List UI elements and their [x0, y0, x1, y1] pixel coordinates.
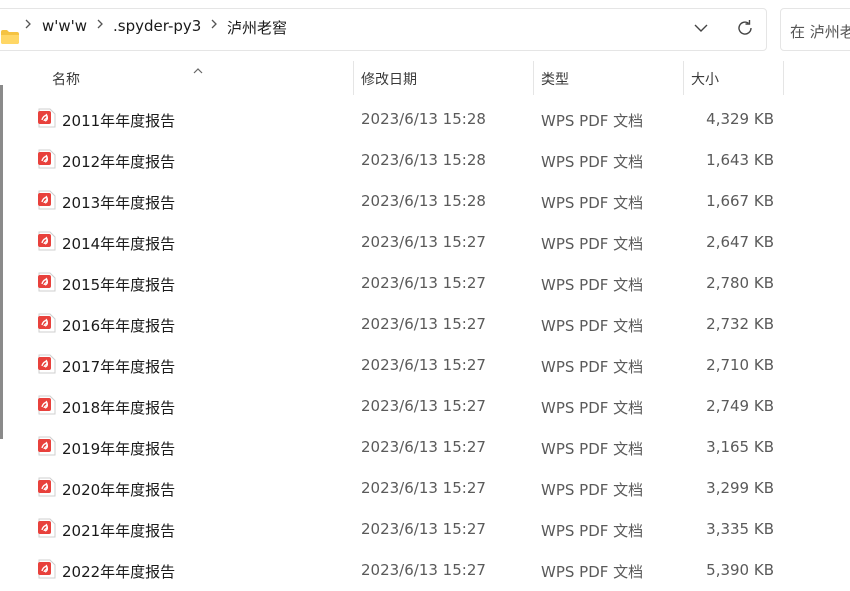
file-row[interactable]: 2022年年度报告 2023/6/13 15:27 WPS PDF 文档 5,390 …	[30, 550, 790, 591]
breadcrumb-item-spyder[interactable]: .spyder-py3	[113, 17, 201, 35]
file-row[interactable]: 2019年年度报告 2023/6/13 15:27 WPS PDF 文档 3,165 …	[30, 427, 790, 468]
file-type: WPS PDF 文档	[541, 194, 644, 212]
file-size: 2,749 KB	[706, 397, 774, 415]
file-size: 3,299 KB	[706, 479, 774, 497]
file-row[interactable]: 2016年年度报告 2023/6/13 15:27 WPS PDF 文档 2,732 …	[30, 304, 790, 345]
file-row[interactable]: 2018年年度报告 2023/6/13 15:27 WPS PDF 文档 2,749 …	[30, 386, 790, 427]
file-name: 2013年年度报告	[62, 194, 176, 212]
wps-pdf-icon	[38, 313, 56, 337]
sort-up-icon	[192, 60, 204, 79]
file-size: 3,335 KB	[706, 520, 774, 538]
file-size: 2,647 KB	[706, 233, 774, 251]
file-row[interactable]: 2021年年度报告 2023/6/13 15:27 WPS PDF 文档 3,335 …	[30, 509, 790, 550]
file-name: 2018年年度报告	[62, 399, 176, 417]
file-type: WPS PDF 文档	[541, 317, 644, 335]
wps-pdf-icon	[38, 354, 56, 378]
chevron-right-icon	[96, 18, 104, 34]
file-name: 2011年年度报告	[62, 112, 176, 130]
wps-pdf-icon	[38, 477, 56, 501]
file-type: WPS PDF 文档	[541, 481, 644, 499]
file-size: 2,780 KB	[706, 274, 774, 292]
file-type: WPS PDF 文档	[541, 235, 644, 253]
chevron-down-icon[interactable]	[690, 17, 712, 39]
file-size: 2,732 KB	[706, 315, 774, 333]
file-modified: 2023/6/13 15:28	[361, 192, 486, 210]
column-divider[interactable]	[683, 61, 684, 95]
file-type: WPS PDF 文档	[541, 153, 644, 171]
file-modified: 2023/6/13 15:27	[361, 233, 486, 251]
file-name: 2012年年度报告	[62, 153, 176, 171]
wps-pdf-icon	[38, 190, 56, 214]
file-name: 2014年年度报告	[62, 235, 176, 253]
wps-pdf-icon	[38, 559, 56, 583]
file-row[interactable]: 2015年年度报告 2023/6/13 15:27 WPS PDF 文档 2,780 …	[30, 263, 790, 304]
breadcrumb-item-current[interactable]: 泸州老窖	[227, 17, 287, 38]
refresh-icon[interactable]	[733, 16, 757, 40]
wps-pdf-icon	[38, 149, 56, 173]
file-modified: 2023/6/13 15:27	[361, 520, 486, 538]
chevron-right-icon	[210, 18, 218, 34]
file-name: 2017年年度报告	[62, 358, 176, 376]
folder-icon	[1, 29, 19, 48]
file-type: WPS PDF 文档	[541, 358, 644, 376]
file-modified: 2023/6/13 15:27	[361, 397, 486, 415]
column-divider[interactable]	[353, 61, 354, 95]
wps-pdf-icon	[38, 395, 56, 419]
file-size: 4,329 KB	[706, 110, 774, 128]
file-row[interactable]: 2012年年度报告 2023/6/13 15:28 WPS PDF 文档 1,643 …	[30, 140, 790, 181]
file-size: 5,390 KB	[706, 561, 774, 579]
wps-pdf-icon	[38, 231, 56, 255]
file-row[interactable]: 2013年年度报告 2023/6/13 15:28 WPS PDF 文档 1,667 …	[30, 181, 790, 222]
file-size: 1,667 KB	[706, 192, 774, 210]
file-name: 2021年年度报告	[62, 522, 176, 540]
file-modified: 2023/6/13 15:27	[361, 274, 486, 292]
column-header-name[interactable]: 名称	[52, 69, 80, 89]
file-modified: 2023/6/13 15:28	[361, 110, 486, 128]
wps-pdf-icon	[38, 108, 56, 132]
file-modified: 2023/6/13 15:27	[361, 356, 486, 374]
file-size: 1,643 KB	[706, 151, 774, 169]
file-row[interactable]: 2017年年度报告 2023/6/13 15:27 WPS PDF 文档 2,710 …	[30, 345, 790, 386]
file-type: WPS PDF 文档	[541, 440, 644, 458]
file-modified: 2023/6/13 15:28	[361, 151, 486, 169]
wps-pdf-icon	[38, 436, 56, 460]
search-box[interactable]: 在 泸州老窖	[780, 8, 850, 51]
file-modified: 2023/6/13 15:27	[361, 438, 486, 456]
wps-pdf-icon	[38, 272, 56, 296]
sidebar-scrollbar[interactable]	[0, 85, 3, 439]
file-size: 3,165 KB	[706, 438, 774, 456]
column-divider[interactable]	[783, 61, 784, 95]
file-name: 2016年年度报告	[62, 317, 176, 335]
file-modified: 2023/6/13 15:27	[361, 561, 486, 579]
file-type: WPS PDF 文档	[541, 276, 644, 294]
column-header-modified[interactable]: 修改日期	[361, 69, 417, 89]
file-modified: 2023/6/13 15:27	[361, 315, 486, 333]
file-type: WPS PDF 文档	[541, 399, 644, 417]
file-name: 2022年年度报告	[62, 563, 176, 581]
file-size: 2,710 KB	[706, 356, 774, 374]
chevron-right-icon	[24, 18, 32, 34]
column-header-type[interactable]: 类型	[541, 69, 569, 89]
file-modified: 2023/6/13 15:27	[361, 479, 486, 497]
file-row[interactable]: 2014年年度报告 2023/6/13 15:27 WPS PDF 文档 2,647 …	[30, 222, 790, 263]
file-type: WPS PDF 文档	[541, 112, 644, 130]
file-type: WPS PDF 文档	[541, 522, 644, 540]
search-placeholder: 在 泸州老窖	[790, 23, 850, 41]
wps-pdf-icon	[38, 518, 56, 542]
file-row[interactable]: 2011年年度报告 2023/6/13 15:28 WPS PDF 文档 4,329 …	[30, 99, 790, 140]
file-type: WPS PDF 文档	[541, 563, 644, 581]
column-header-size[interactable]: 大小	[691, 69, 719, 89]
column-divider[interactable]	[533, 61, 534, 95]
file-row[interactable]: 2020年年度报告 2023/6/13 15:27 WPS PDF 文档 3,299 …	[30, 468, 790, 509]
breadcrumb-item-www[interactable]: w'w'w	[42, 17, 87, 35]
file-name: 2015年年度报告	[62, 276, 176, 294]
file-name: 2020年年度报告	[62, 481, 176, 499]
file-name: 2019年年度报告	[62, 440, 176, 458]
